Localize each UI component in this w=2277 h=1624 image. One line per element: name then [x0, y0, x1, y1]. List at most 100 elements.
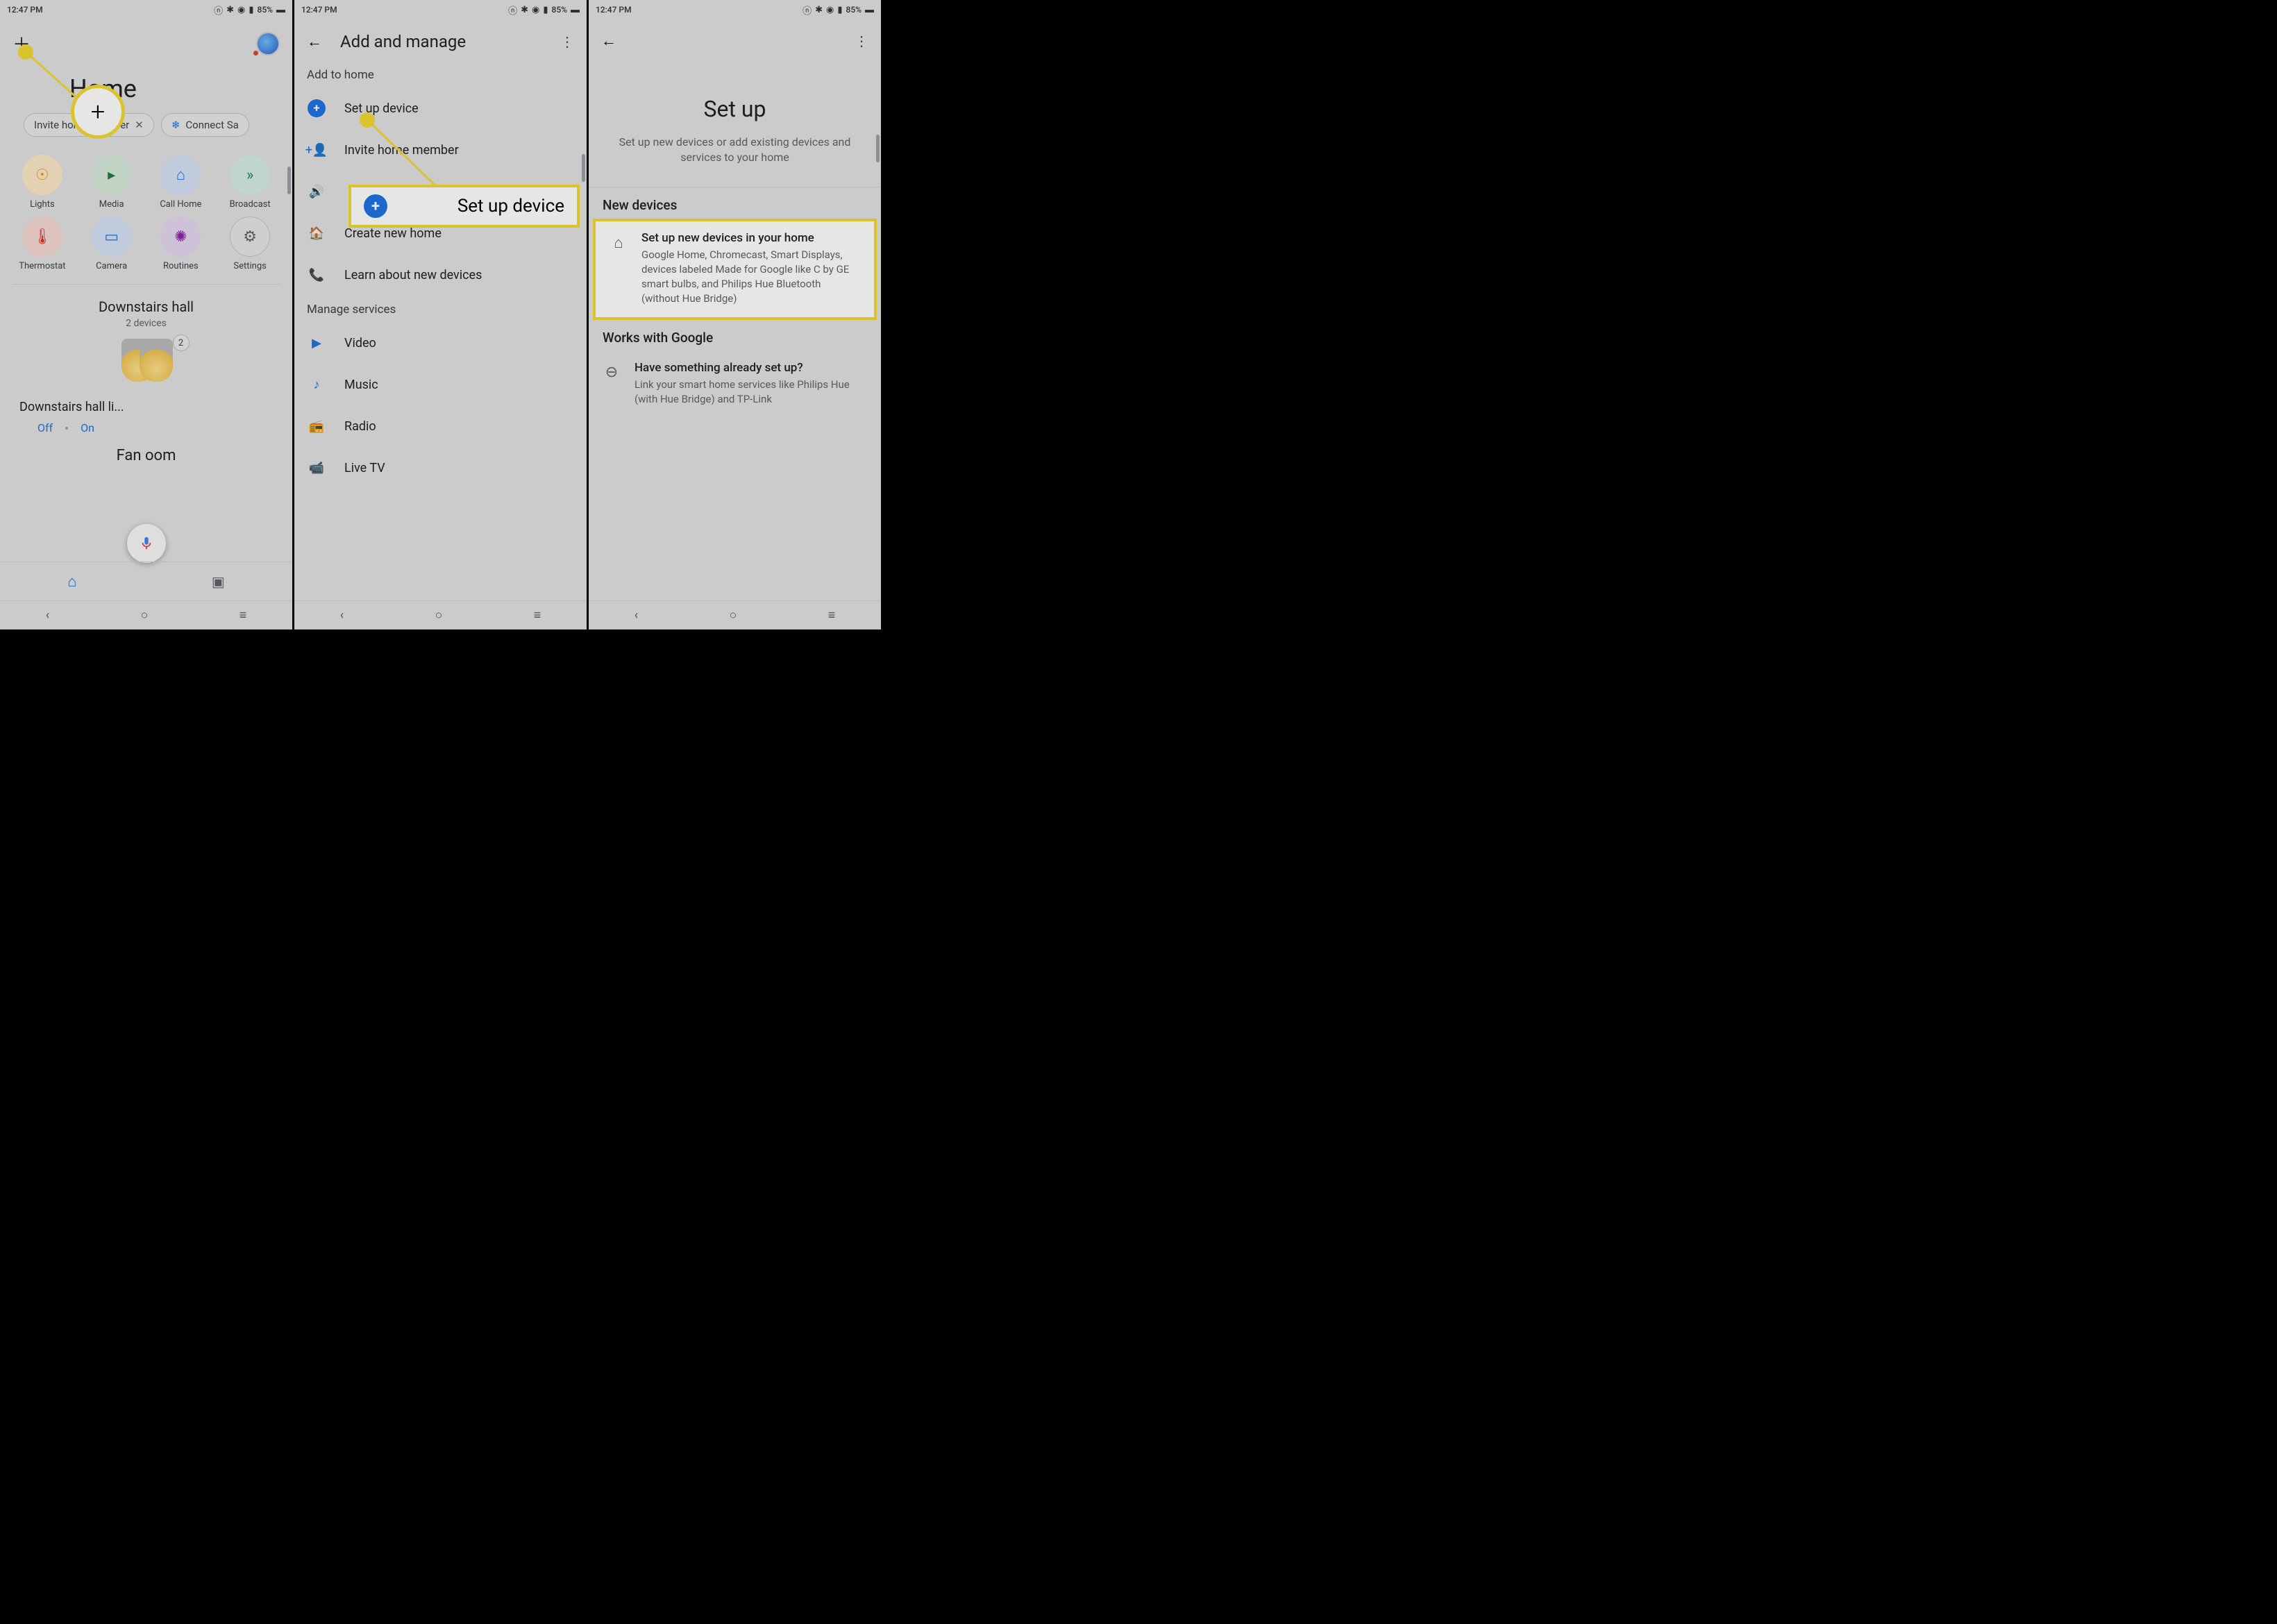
system-nav: ‹ ○ ≡ [589, 600, 881, 629]
battery-icon: ▬ [865, 4, 874, 15]
microphone-icon [139, 536, 154, 551]
system-home[interactable]: ○ [435, 608, 442, 623]
row-link-service[interactable]: ⊖ Have something already set up? Link yo… [589, 351, 881, 418]
broadcast-icon: » [230, 155, 270, 195]
nfc-icon: ⓝ [508, 3, 517, 17]
quick-call-home[interactable]: ⌂Call Home [149, 155, 214, 210]
nav-feed[interactable]: ▣ [212, 573, 225, 590]
radio-icon: 📻 [307, 416, 326, 436]
app-bar: ← Add and manage ⋮ [294, 19, 587, 61]
more-button[interactable]: ⋮ [855, 33, 868, 49]
quick-media[interactable]: ▸Media [79, 155, 144, 210]
battery-pct: 85% [258, 5, 273, 15]
battery-pct: 85% [846, 5, 862, 15]
row-label: Radio [344, 419, 376, 434]
room-name: Downstairs hall [0, 290, 292, 315]
scrollbar[interactable] [876, 135, 880, 162]
row-learn-devices[interactable]: 📞 Learn about new devices [294, 254, 587, 296]
system-nav: ‹ ○ ≡ [0, 600, 292, 629]
system-recents[interactable]: ≡ [534, 608, 541, 623]
system-recents[interactable]: ≡ [240, 608, 247, 623]
row-set-up-device[interactable]: + Set up device [294, 87, 587, 129]
account-avatar[interactable] [256, 32, 280, 56]
phone-icon: 📞 [307, 265, 326, 285]
nfc-icon: ⓝ [803, 3, 812, 17]
snowflake-icon: ❄ [171, 119, 180, 131]
status-bar: 12:47 PM ⓝ ✱ ◉ ▮ 85% ▬ [294, 0, 587, 19]
wifi-icon: ◉ [826, 5, 834, 15]
bluetooth-icon: ✱ [815, 5, 823, 15]
signal-icon: ▮ [249, 5, 253, 15]
row-setup-new-devices[interactable]: ⌂ Set up new devices in your home Google… [596, 221, 874, 317]
setup-subtitle: Set up new devices or add existing devic… [607, 135, 863, 166]
bluetooth-icon: ✱ [521, 5, 528, 15]
device-count-badge: 2 [173, 335, 190, 351]
section-new-devices: New devices [589, 187, 881, 219]
section-works-with-google: Works with Google [589, 320, 881, 351]
more-button[interactable]: ⋮ [560, 33, 574, 50]
nfc-icon: ⓝ [214, 3, 223, 17]
row-music[interactable]: ♪ Music [294, 364, 587, 405]
plus-icon: + [91, 97, 105, 126]
camera-icon: ▭ [92, 217, 132, 257]
quick-routines[interactable]: ✺Routines [149, 217, 214, 271]
row-video[interactable]: ▶ Video [294, 322, 587, 364]
system-home[interactable]: ○ [729, 608, 737, 623]
quick-settings[interactable]: ⚙Settings [217, 217, 283, 271]
system-back[interactable]: ‹ [340, 608, 344, 623]
on-button[interactable]: On [81, 421, 94, 434]
link-icon: ⊖ [603, 361, 621, 407]
quick-camera[interactable]: ▭Camera [79, 217, 144, 271]
system-home[interactable]: ○ [140, 608, 148, 623]
status-bar: 12:47 PM ⓝ ✱ ◉ ▮ 85% ▬ [589, 0, 881, 19]
off-button[interactable]: Off [37, 421, 53, 434]
gear-icon: ⚙ [230, 217, 270, 257]
device-tile-lights[interactable]: 2 [112, 339, 181, 394]
video-icon: ▶ [307, 333, 326, 353]
quick-broadcast[interactable]: »Broadcast [217, 155, 283, 210]
speaker-icon: 🔊 [307, 182, 326, 201]
back-button[interactable]: ← [307, 33, 322, 51]
person-add-icon: +👤 [307, 140, 326, 160]
chip-label: Connect Sa [185, 119, 238, 131]
suggestions-row: Invite home member ✕ ❄ Connect Sa [0, 113, 292, 151]
row-description: Google Home, Chromecast, Smart Displays,… [641, 248, 860, 306]
play-icon: ▸ [92, 155, 132, 195]
signal-icon: ▮ [837, 5, 842, 15]
music-note-icon: ♪ [307, 375, 326, 394]
battery-icon: ▬ [276, 4, 285, 15]
voice-assistant-button[interactable] [127, 524, 166, 563]
nav-home[interactable]: ⌂ [67, 573, 76, 591]
setup-title: Set up [607, 96, 863, 122]
back-button[interactable]: ← [601, 32, 616, 50]
chip-connect[interactable]: ❄ Connect Sa [161, 113, 249, 137]
status-time: 12:47 PM [301, 5, 337, 15]
row-invite-member[interactable]: +👤 Invite home member [294, 129, 587, 171]
bulb-icon [140, 339, 173, 382]
quick-thermostat[interactable]: 🌡Thermostat [10, 217, 75, 271]
row-live-tv[interactable]: 📹 Live TV [294, 447, 587, 489]
callout-marker [18, 44, 33, 60]
wifi-icon: ◉ [237, 5, 245, 15]
battery-icon: ▬ [571, 4, 580, 15]
row-radio[interactable]: 📻 Radio [294, 405, 587, 447]
screenshot-panel-home: 12:47 PM ⓝ ✱ ◉ ▮ 85% ▬ ＋ Home Invite hom… [0, 0, 294, 629]
signal-icon: ▮ [543, 5, 548, 15]
callout-marker [360, 112, 375, 128]
quick-lights[interactable]: ☉Lights [10, 155, 75, 210]
system-recents[interactable]: ≡ [828, 608, 836, 623]
system-nav: ‹ ○ ≡ [294, 600, 587, 629]
callout-label: Set up device [401, 196, 564, 217]
page-title: Add and manage [340, 32, 542, 51]
scrollbar[interactable] [287, 167, 291, 194]
routines-icon: ✺ [160, 217, 201, 257]
scrollbar[interactable] [582, 154, 585, 182]
device-toggle-row: Off On [0, 417, 292, 434]
dot-separator [65, 427, 68, 430]
bluetooth-icon: ✱ [226, 5, 234, 15]
system-back[interactable]: ‹ [46, 608, 49, 623]
status-bar: 12:47 PM ⓝ ✱ ◉ ▮ 85% ▬ [0, 0, 292, 19]
close-icon[interactable]: ✕ [135, 119, 144, 131]
room-name-2: Fan oom [0, 434, 292, 464]
system-back[interactable]: ‹ [635, 608, 638, 623]
